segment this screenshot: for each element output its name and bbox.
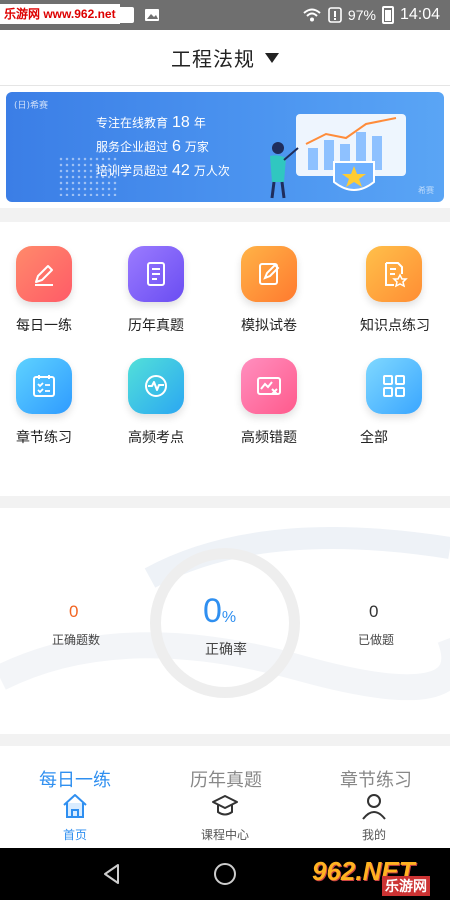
feature-label: 每日一练 (16, 318, 72, 334)
tab-chapter-practice[interactable]: 章节练习 (340, 766, 412, 792)
banner-corner-logo: 希赛 (418, 186, 434, 195)
watermark-label: 乐游网 www.962.net (0, 4, 120, 24)
correct-rate-value: 0% (203, 592, 236, 631)
banner-line-2-text: 服务企业超过 (96, 140, 169, 154)
home-circle-icon[interactable] (213, 862, 237, 886)
header[interactable]: 工程法规 (0, 30, 450, 86)
feature-label: 高频考点 (128, 430, 184, 446)
banner-line-2-num: 6 (172, 138, 181, 155)
site-watermark-sub: 乐游网 (382, 876, 430, 896)
wifi-icon (303, 8, 321, 22)
nav-courses-label: 课程中心 (200, 828, 249, 842)
grid-icon[interactable] (366, 358, 422, 414)
correct-rate-number: 0 (203, 592, 222, 630)
banner-line-1-unit: 年 (193, 116, 206, 130)
feature-label: 历年真题 (128, 318, 184, 334)
banner-line-3: 培训学员超过 42 万人次 (96, 162, 230, 180)
tab-past-exams[interactable]: 历年真题 (190, 766, 262, 792)
promo-banner[interactable]: (日)希赛 专注在线教育 18 年 服务企业超过 6 万家 培训学员超过 42 万人次 希赛 (6, 92, 444, 202)
chart-error-icon[interactable] (241, 358, 297, 414)
banner-line-3-unit: 万人次 (193, 164, 230, 178)
nav-home[interactable]: 首页 (15, 790, 135, 846)
banner-line-2: 服务企业超过 6 万家 (96, 138, 209, 156)
image-icon (144, 7, 160, 23)
banner-logo: (日)希赛 (14, 101, 49, 111)
feature-item-2[interactable]: 模拟试卷 (225, 222, 337, 334)
feature-item-7[interactable]: 全部 (338, 334, 450, 446)
site-watermark: 962.NET 乐游网 (306, 854, 444, 896)
back-icon[interactable] (100, 862, 124, 886)
done-count-value: 0 (369, 602, 379, 621)
correct-count-label: 正确题数 (52, 633, 101, 647)
document-icon[interactable] (128, 246, 184, 302)
banner-line-1-text: 专注在线教育 (96, 116, 169, 130)
edit-paper-icon[interactable] (241, 246, 297, 302)
clock: 14:04 (399, 6, 440, 23)
feature-label: 知识点练习 (360, 318, 430, 334)
feature-item-3[interactable]: 知识点练习 (338, 222, 450, 334)
stats-section: 0 正确题数 0% 正确率 0 已做题 (0, 508, 450, 734)
feature-item-1[interactable]: 历年真题 (112, 222, 224, 334)
status-bar: 乐游网 www.962.net 97% 14:04 (0, 0, 450, 30)
banner-line-1: 专注在线教育 18 年 (96, 114, 206, 132)
system-navigation-bar: 962.NET 乐游网 (0, 848, 450, 900)
checklist-icon[interactable] (16, 358, 72, 414)
feature-grid: 每日一练 历年真题 模拟试卷 知识点练习章节练习 高频考点 高频错题 全部 (0, 222, 450, 496)
correct-rate-label: 正确率 (205, 642, 247, 658)
graduation-cap-icon (212, 795, 238, 816)
feature-item-4[interactable]: 章节练习 (0, 334, 112, 446)
status-right: 97% 14:04 (302, 0, 440, 30)
feature-item-6[interactable]: 高频错题 (225, 334, 337, 446)
banner-line-3-text: 培训学员超过 (96, 164, 169, 178)
user-icon (362, 794, 386, 820)
pulse-icon[interactable] (128, 358, 184, 414)
nav-profile-label: 我的 (361, 828, 386, 842)
tab-daily-practice[interactable]: 每日一练 (39, 766, 111, 792)
banner-section: (日)希赛 专注在线教育 18 年 服务企业超过 6 万家 培训学员超过 42 万人次 希赛 (0, 86, 450, 208)
nav-home-label: 首页 (62, 828, 87, 842)
feature-label: 模拟试卷 (241, 318, 297, 334)
correct-rate-unit: % (221, 609, 237, 626)
feature-label: 全部 (360, 430, 388, 446)
battery-icon (381, 6, 394, 24)
home-icon (63, 794, 87, 818)
pencil-icon[interactable] (16, 246, 72, 302)
correct-count-value: 0 (69, 602, 79, 621)
banner-line-2-unit: 万家 (184, 140, 209, 154)
nav-profile[interactable]: 我的 (314, 790, 434, 846)
alert-icon (328, 7, 342, 23)
feature-item-0[interactable]: 每日一练 (0, 222, 112, 334)
page-title[interactable]: 工程法规 (171, 43, 255, 72)
done-count-label: 已做题 (358, 633, 395, 647)
nav-courses[interactable]: 课程中心 (165, 790, 285, 846)
feature-label: 高频错题 (241, 430, 297, 446)
chevron-down-icon[interactable] (265, 52, 279, 63)
battery-percent: 97% (347, 7, 376, 23)
star-doc-icon[interactable] (366, 246, 422, 302)
banner-line-3-num: 42 (172, 162, 190, 179)
banner-line-1-num: 18 (172, 114, 190, 131)
banner-illustration (270, 114, 406, 199)
bottom-area: 每日一练 历年真题 章节练习 首页 课程中心 我的 (0, 746, 450, 848)
notification-icon (118, 7, 134, 23)
feature-label: 章节练习 (16, 430, 72, 446)
feature-item-5[interactable]: 高频考点 (112, 334, 224, 446)
